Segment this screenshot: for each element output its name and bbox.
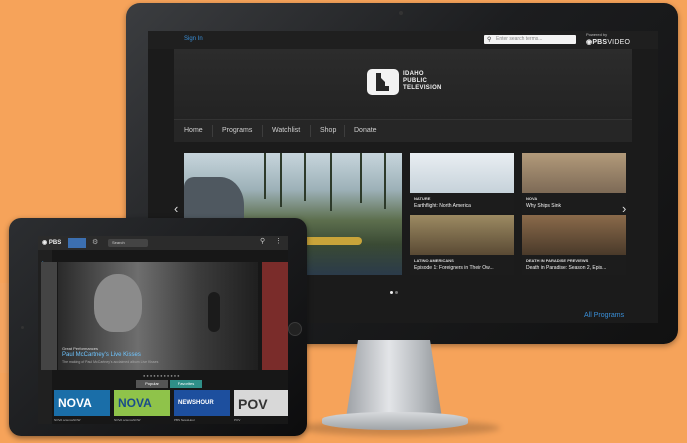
- program-tile-latino-americans[interactable]: LATINO AMERICANS Episode 1: Foreigners i…: [410, 215, 514, 275]
- hero-title: Paul McCartney's Live Kisses: [62, 352, 141, 358]
- pbs-video-logo: ◉PBSVIDEO: [586, 39, 631, 46]
- program-card[interactable]: NOVA NOVA scienceNOW: [114, 390, 170, 422]
- tablet-screen: ◉ PBS ⚙ Search ⚲ ⋮ ∿ ▦ ∞ ♥ ● Great Perfo…: [38, 236, 288, 424]
- program-card[interactable]: NEWSHOUR PBS NewsHour: [174, 390, 230, 422]
- station-badge[interactable]: [68, 238, 86, 248]
- tile-thumbnail: [522, 153, 626, 193]
- tile-caption: NOVA Why Ships Sink: [522, 193, 626, 213]
- tablet-top-bar: ◉ PBS ⚙ Search ⚲ ⋮: [38, 236, 288, 250]
- sign-in-link[interactable]: Sign In: [184, 36, 203, 42]
- main-nav: Home Programs Watchlist Shop Donate: [174, 119, 632, 142]
- pbs-logo[interactable]: ◉ PBS: [42, 239, 61, 246]
- card-logo: NEWSHOUR: [178, 400, 214, 406]
- microphone-shape: [208, 292, 220, 332]
- nav-home[interactable]: Home: [184, 127, 203, 134]
- station-logo-text[interactable]: IDAHO PUBLIC TELEVISION: [403, 71, 442, 92]
- raft-shape: [302, 237, 362, 245]
- site-header: IDAHO PUBLIC TELEVISION: [174, 49, 632, 119]
- nav-divider: [262, 125, 263, 137]
- performer-shape: [94, 274, 142, 332]
- tab-favorites[interactable]: Favorites: [170, 380, 202, 388]
- program-tile-death-in-paradise[interactable]: DEATH IN PARADISE PREVIEWS Death in Para…: [522, 215, 626, 275]
- tablet-hero[interactable]: Great Performances Paul McCartney's Live…: [58, 262, 258, 370]
- pbs-text: PBS: [592, 39, 608, 46]
- hero-subtitle: The making of Paul McCartney's acclaimed…: [62, 360, 159, 364]
- card-logo: NOVA: [118, 396, 152, 410]
- menu-icon[interactable]: ⋮: [275, 237, 282, 245]
- prev-slide-peek[interactable]: [41, 262, 57, 370]
- carousel-dot[interactable]: [390, 291, 393, 294]
- nav-watchlist[interactable]: Watchlist: [272, 127, 300, 134]
- nav-shop[interactable]: Shop: [320, 127, 336, 134]
- tablet-camera-icon: [21, 326, 24, 329]
- monitor-base: [322, 412, 468, 430]
- card-caption: PBS NewsHour: [174, 418, 195, 422]
- tile-caption: NATURE Earthflight: North America: [410, 193, 514, 213]
- pbs-logo-text: PBS: [48, 240, 62, 246]
- tree-shape: [384, 153, 386, 209]
- tile-title: Earthflight: North America: [414, 203, 471, 209]
- search-input[interactable]: ⚲ Enter search terms...: [484, 35, 576, 44]
- tablet-home-button[interactable]: [288, 322, 302, 336]
- tree-shape: [330, 153, 332, 211]
- program-card[interactable]: POV POV: [234, 390, 288, 422]
- tree-shape: [264, 153, 266, 199]
- card-logo: NOVA: [58, 396, 92, 410]
- nav-divider: [212, 125, 213, 137]
- tile-category: LATINO AMERICANS: [414, 258, 454, 263]
- tablet-frame: ◉ PBS ⚙ Search ⚲ ⋮ ∿ ▦ ∞ ♥ ● Great Perfo…: [9, 218, 307, 436]
- monitor-stand: [346, 340, 442, 418]
- card-caption: NOVA scienceNOW: [54, 418, 81, 422]
- carousel-pagination: [390, 281, 400, 299]
- tile-caption: DEATH IN PARADISE PREVIEWS Death in Para…: [522, 255, 626, 275]
- carousel-next-arrow-icon[interactable]: ›: [622, 201, 626, 216]
- carousel-prev-arrow-icon[interactable]: ‹: [174, 201, 178, 216]
- program-tile-nova[interactable]: NOVA Why Ships Sink: [522, 153, 626, 213]
- search-field-text: Search: [112, 240, 125, 245]
- station-search-field[interactable]: Search: [108, 239, 148, 247]
- tile-thumbnail: [410, 215, 514, 255]
- tile-caption: LATINO AMERICANS Episode 1: Foreigners i…: [410, 255, 514, 275]
- logo-line-2: PUBLIC: [403, 78, 428, 84]
- tile-title: Why Ships Sink: [526, 203, 562, 209]
- idaho-state-logo-icon[interactable]: [367, 69, 399, 95]
- camera-icon: [399, 11, 403, 15]
- tree-shape: [280, 153, 282, 207]
- tile-title: Death in Paradise: Season 2, Epis...: [526, 265, 607, 271]
- nav-programs[interactable]: Programs: [222, 127, 252, 134]
- next-slide-peek[interactable]: [262, 262, 288, 370]
- program-card-row: NOVA NOVA scienceNOW NOVA NOVA scienceNO…: [54, 390, 288, 424]
- video-text: VIDEO: [607, 39, 631, 46]
- tree-shape: [360, 153, 362, 203]
- tab-popular[interactable]: Popular: [136, 380, 168, 388]
- search-icon: ⚲: [487, 37, 492, 43]
- powered-by-label: Powered by: [586, 32, 608, 37]
- tile-category: DEATH IN PARADISE PREVIEWS: [526, 258, 589, 263]
- hero-label: Great Performances: [62, 346, 99, 351]
- nav-divider: [344, 125, 345, 137]
- tablet-pagination[interactable]: ●●●●●●●●●●●: [143, 373, 181, 378]
- gear-icon[interactable]: ⚙: [92, 238, 98, 246]
- program-tile-nature[interactable]: NATURE Earthflight: North America: [410, 153, 514, 213]
- tree-shape: [304, 153, 306, 201]
- card-logo: POV: [238, 396, 268, 412]
- tile-category: NATURE: [414, 196, 431, 201]
- tablet-tabs: Popular Favorites: [136, 380, 202, 388]
- search-placeholder: Enter search terms...: [496, 36, 543, 42]
- tile-category: NOVA: [526, 196, 538, 201]
- logo-line-1: IDAHO: [403, 71, 424, 77]
- top-bar: Sign In ⚲ Enter search terms... Powered …: [148, 31, 658, 49]
- program-card[interactable]: NOVA NOVA scienceNOW: [54, 390, 110, 422]
- logo-line-3: TELEVISION: [403, 85, 442, 91]
- tile-thumbnail: [522, 215, 626, 255]
- search-icon[interactable]: ⚲: [260, 237, 265, 245]
- tile-title: Episode 1: Foreigners in Their Ow...: [414, 265, 494, 271]
- nav-donate[interactable]: Donate: [354, 127, 377, 134]
- card-caption: NOVA scienceNOW: [114, 418, 141, 422]
- nav-divider: [310, 125, 311, 137]
- all-programs-link[interactable]: All Programs: [584, 312, 624, 319]
- tile-thumbnail: [410, 153, 514, 193]
- card-caption: POV: [234, 418, 241, 422]
- carousel-dot[interactable]: [395, 291, 398, 294]
